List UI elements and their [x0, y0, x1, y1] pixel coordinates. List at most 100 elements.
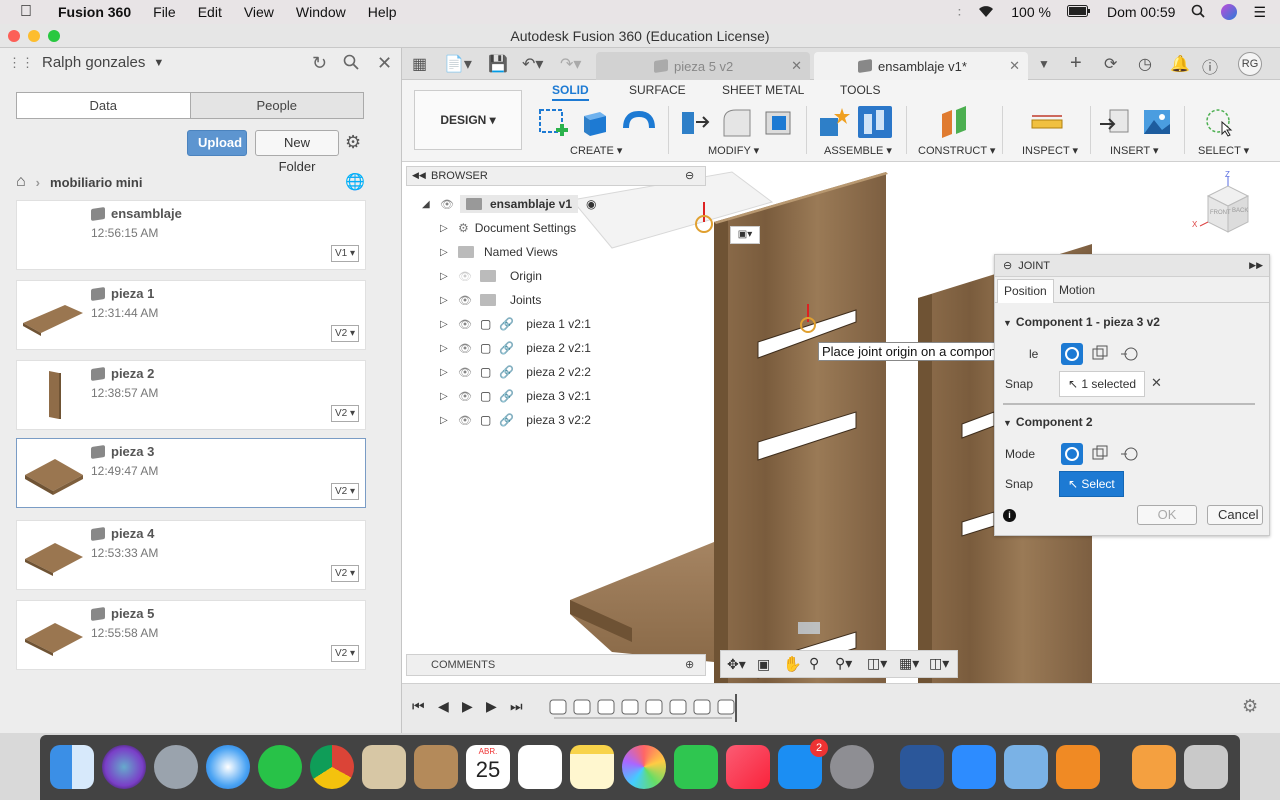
battery-icon[interactable] [1066, 4, 1091, 20]
browser-item-named-views[interactable]: ▷ Named Views [440, 242, 558, 262]
file-card-pieza-2[interactable]: pieza 2 12:38:57 AM V2 ▾ [16, 360, 366, 430]
joint-dialog-header[interactable]: ⊖ JOINT ▶▶ [995, 255, 1269, 277]
chrome-icon[interactable] [310, 745, 354, 789]
offset-plane-icon[interactable] [938, 106, 972, 138]
expand-arrow-icon[interactable]: ▷ [440, 367, 450, 378]
visibility-eye-hidden-icon[interactable]: 👁 [458, 270, 472, 283]
modify-menu[interactable]: MODIFY ▾ [708, 144, 759, 157]
joint-icon[interactable] [858, 106, 892, 138]
job-status-icon[interactable]: ◷ [1138, 54, 1152, 74]
mode-between-faces-icon[interactable] [1089, 343, 1111, 365]
visibility-eye-icon[interactable]: 👁 [458, 390, 472, 403]
redo-icon[interactable]: ↷▾ [560, 54, 581, 74]
calendar-icon[interactable]: ABR. 25 [466, 745, 510, 789]
view-type-dropdown[interactable]: ▣▾ [730, 226, 760, 244]
mode-between-faces-icon[interactable] [1089, 443, 1111, 465]
visibility-eye-icon[interactable]: 👁 [458, 366, 472, 379]
menu-help[interactable]: Help [368, 4, 397, 20]
mode-simple-icon[interactable] [1061, 343, 1083, 365]
facetime-icon[interactable] [674, 745, 718, 789]
play-icon[interactable]: ▶ [462, 698, 473, 715]
menu-window[interactable]: Window [296, 4, 346, 20]
component2-section[interactable]: ▼ Component 2 [1003, 415, 1093, 429]
create-sketch-icon[interactable] [536, 106, 570, 138]
tab-data[interactable]: Data [17, 93, 190, 118]
look-at-icon[interactable]: ▣ [757, 656, 770, 673]
file-menu-icon[interactable]: 📄▾ [444, 54, 472, 74]
globe-icon[interactable]: 🌐 [345, 172, 365, 192]
press-pull-icon[interactable] [678, 106, 712, 138]
clear-selection-icon[interactable]: ✕ [1151, 375, 1162, 391]
browser-item-pieza-2-1[interactable]: ▷ 👁 ▢ 🔗 pieza 2 v2:1 [440, 338, 591, 358]
version-dropdown[interactable]: V2 ▾ [331, 483, 359, 500]
step-back-icon[interactable]: ◀​ [438, 698, 449, 715]
visibility-eye-icon[interactable]: 👁 [440, 198, 454, 211]
breadcrumb-folder[interactable]: mobiliario mini [50, 175, 142, 190]
expand-arrow-icon[interactable]: ▷ [440, 391, 450, 402]
word-icon[interactable] [900, 745, 944, 789]
step-forward-icon[interactable]: ▶​ [486, 698, 497, 715]
file-card-ensamblaje[interactable]: ensamblaje 12:56:15 AM V1 ▾ [16, 200, 366, 270]
tab-overflow-chevron-icon[interactable]: ▼ [1038, 57, 1050, 71]
browser-item-pieza-1-1[interactable]: ▷ 👁 ▢ 🔗 pieza 1 v2:1 [440, 314, 591, 334]
tab-solid[interactable]: SOLID [552, 83, 589, 101]
zoom-icon[interactable]: ⚲ [809, 655, 819, 672]
viewports-icon[interactable]: ◫▾ [929, 655, 949, 672]
menu-view[interactable]: View [244, 4, 274, 20]
timeline-track[interactable] [548, 694, 738, 722]
clock[interactable]: Dom 00:59 [1107, 4, 1175, 20]
construct-menu[interactable]: CONSTRUCT ▾ [918, 144, 995, 157]
comments-panel[interactable]: COMMENTS ⊕ [406, 654, 706, 676]
photos-icon[interactable] [622, 745, 666, 789]
version-dropdown[interactable]: V2 ▾ [331, 645, 359, 662]
battery-percent[interactable]: 100 % [1011, 4, 1051, 20]
launchpad-icon[interactable] [154, 745, 198, 789]
tab-people[interactable]: People [189, 93, 363, 118]
version-dropdown[interactable]: V2 ▾ [331, 565, 359, 582]
file-card-pieza-4[interactable]: pieza 4 12:53:33 AM V2 ▾ [16, 520, 366, 590]
help-icon[interactable]: ⓘ [1202, 54, 1218, 78]
browser-panel-header[interactable]: ◀◀ BROWSER ⊖ [406, 166, 706, 186]
new-folder-button[interactable]: New Folder [255, 130, 339, 174]
visibility-eye-icon[interactable]: 👁 [458, 294, 472, 307]
tab-tools[interactable]: TOOLS [840, 83, 880, 97]
team-selector[interactable]: ⋮⋮ Ralph gonzales ▼ [8, 54, 164, 71]
ok-button[interactable]: OK [1137, 505, 1197, 525]
system-preferences-icon[interactable] [830, 745, 874, 789]
menu-file[interactable]: File [153, 4, 176, 20]
measure-icon[interactable] [1030, 106, 1064, 138]
go-to-start-icon[interactable]: ⏮ [412, 698, 425, 715]
browser-item-pieza-2-2[interactable]: ▷ 👁 ▢ 🔗 pieza 2 v2:2 [440, 362, 591, 382]
browser-item-origin[interactable]: ▷ 👁 Origin [440, 266, 542, 286]
insert-menu[interactable]: INSERT ▾ [1110, 144, 1159, 157]
mode-two-edge-icon[interactable] [1119, 443, 1141, 465]
expand-arrow-icon[interactable]: ▷ [440, 295, 450, 306]
file-card-pieza-3[interactable]: pieza 3 12:49:47 AM V2 ▾ [16, 438, 366, 508]
visibility-eye-icon[interactable]: 👁 [458, 318, 472, 331]
spotlight-icon[interactable] [1191, 4, 1206, 21]
cancel-button[interactable]: Cancel [1207, 505, 1263, 525]
tab-pieza-5[interactable]: pieza 5 v2 ✕ [596, 52, 810, 80]
grid-menu-icon[interactable]: ▦ [412, 54, 427, 74]
expand-arrow-icon[interactable]: ◢ [422, 199, 432, 210]
wifi-icon[interactable] [977, 4, 995, 21]
music-icon[interactable] [726, 745, 770, 789]
version-dropdown[interactable]: V1 ▾ [331, 245, 359, 262]
version-dropdown[interactable]: V2 ▾ [331, 405, 359, 422]
version-dropdown[interactable]: V2 ▾ [331, 325, 359, 342]
select-menu[interactable]: SELECT ▾ [1198, 144, 1249, 157]
notification-center-icon[interactable]: ☰ [1253, 4, 1266, 21]
mode-two-edge-icon[interactable] [1119, 343, 1141, 365]
dialog-expand-icon[interactable]: ▶▶ [1249, 260, 1263, 271]
browser-item-pieza-3-2[interactable]: ▷ 👁 ▢ 🔗 pieza 3 v2:2 [440, 410, 591, 430]
reminders-icon[interactable] [518, 745, 562, 789]
expand-arrow-icon[interactable]: ▷ [440, 319, 450, 330]
browser-minimize-icon[interactable]: ⊖ [685, 169, 694, 182]
tab-surface[interactable]: SURFACE [629, 83, 686, 97]
trash-icon[interactable] [1184, 745, 1228, 789]
upload-button[interactable]: Upload [187, 130, 247, 156]
extrude-icon[interactable] [578, 106, 612, 138]
siri-app-icon[interactable] [102, 745, 146, 789]
home-icon[interactable]: ⌂ [16, 173, 26, 191]
app-store-icon[interactable]: 2 [778, 739, 828, 789]
